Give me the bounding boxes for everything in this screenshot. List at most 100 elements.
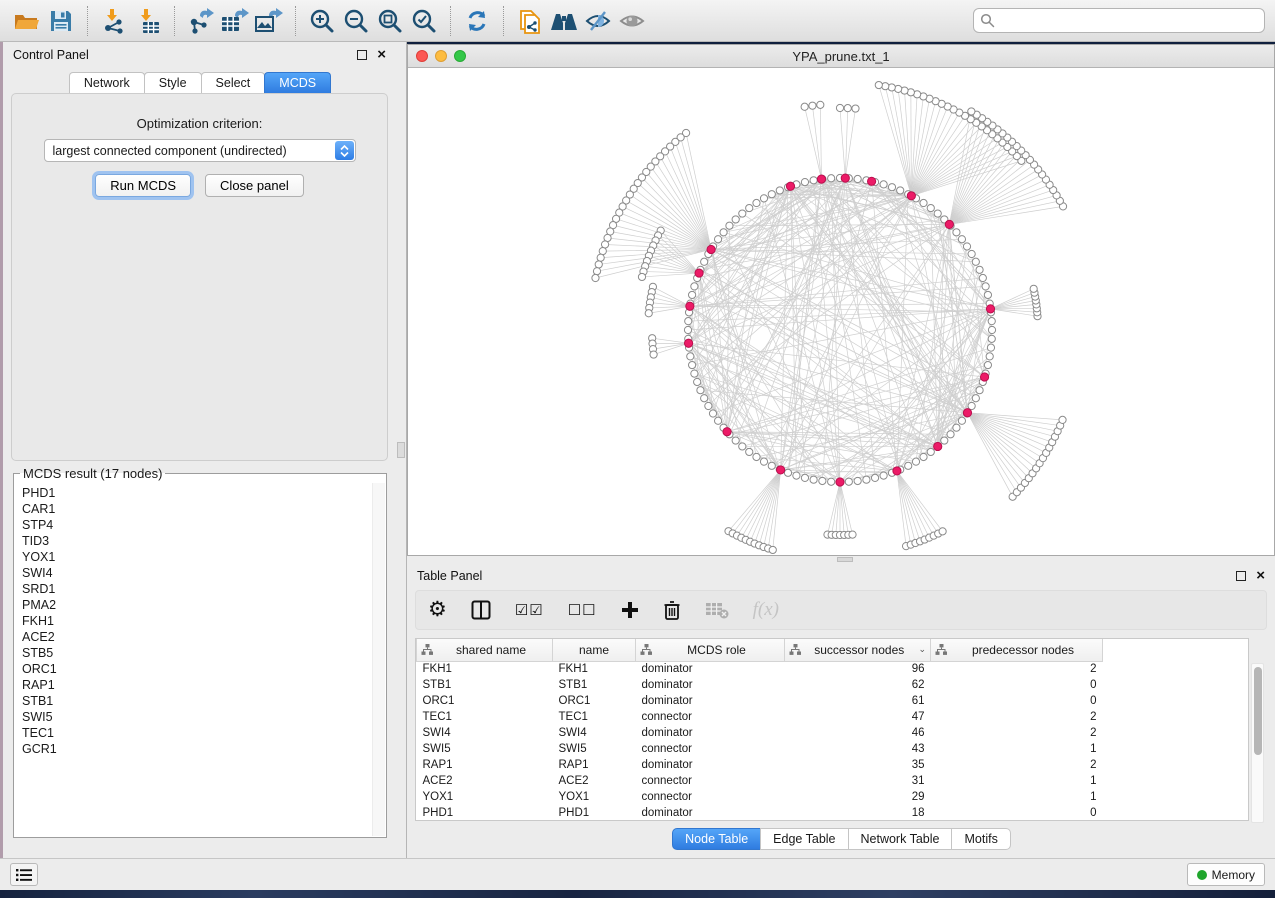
- table-scrollbar[interactable]: [1251, 663, 1264, 823]
- table-scrollbar-thumb[interactable]: [1254, 667, 1262, 755]
- cell-successor-nodes[interactable]: 96: [785, 661, 931, 677]
- cell-successor-nodes[interactable]: 18: [785, 805, 931, 821]
- mcds-result-item[interactable]: STB1: [22, 693, 372, 709]
- table-row[interactable]: FKH1FKH1dominator962: [417, 661, 1103, 677]
- cell-mcds-role[interactable]: connector: [636, 741, 785, 757]
- cell-successor-nodes[interactable]: 29: [785, 789, 931, 805]
- import-table-button[interactable]: [131, 4, 165, 38]
- table-row[interactable]: ACE2ACE2connector311: [417, 773, 1103, 789]
- cell-shared-name[interactable]: SWI4: [417, 725, 553, 741]
- tab-motifs[interactable]: Motifs: [951, 828, 1010, 850]
- close-panel-icon[interactable]: ×: [1256, 571, 1265, 581]
- tab-edge-table[interactable]: Edge Table: [760, 828, 848, 850]
- refresh-button[interactable]: [460, 4, 494, 38]
- network-canvas[interactable]: [408, 68, 1274, 555]
- cell-name[interactable]: STB1: [553, 677, 636, 693]
- horizontal-splitter[interactable]: [407, 556, 1275, 563]
- table-row[interactable]: RAP1RAP1dominator352: [417, 757, 1103, 773]
- close-panel-button[interactable]: Close panel: [205, 174, 304, 197]
- cell-shared-name[interactable]: SWI5: [417, 741, 553, 757]
- mcds-result-item[interactable]: RAP1: [22, 677, 372, 693]
- mcds-result-item[interactable]: YOX1: [22, 549, 372, 565]
- deselect-all-button[interactable]: ☐☐: [568, 595, 597, 625]
- delete-table-button[interactable]: [705, 595, 729, 625]
- tab-style[interactable]: Style: [144, 72, 202, 93]
- column-header-successor-nodes[interactable]: successor nodes ⌄: [785, 639, 931, 661]
- task-history-button[interactable]: [10, 863, 38, 886]
- open-session-button[interactable]: [10, 4, 44, 38]
- vertical-splitter[interactable]: [396, 42, 407, 858]
- cell-predecessor-nodes[interactable]: 0: [931, 677, 1103, 693]
- tab-mcds[interactable]: MCDS: [264, 72, 331, 93]
- memory-button[interactable]: Memory: [1187, 863, 1265, 886]
- table-row[interactable]: TEC1TEC1connector472: [417, 709, 1103, 725]
- mcds-result-item[interactable]: CAR1: [22, 501, 372, 517]
- cell-predecessor-nodes[interactable]: 1: [931, 741, 1103, 757]
- save-session-button[interactable]: [44, 4, 78, 38]
- cell-mcds-role[interactable]: connector: [636, 789, 785, 805]
- cell-mcds-role[interactable]: dominator: [636, 757, 785, 773]
- mcds-result-item[interactable]: ORC1: [22, 661, 372, 677]
- tab-network-table[interactable]: Network Table: [848, 828, 953, 850]
- mcds-result-item[interactable]: PMA2: [22, 597, 372, 613]
- mcds-result-item[interactable]: PHD1: [22, 485, 372, 501]
- cell-mcds-role[interactable]: connector: [636, 773, 785, 789]
- cell-successor-nodes[interactable]: 43: [785, 741, 931, 757]
- cell-name[interactable]: YOX1: [553, 789, 636, 805]
- export-network-button[interactable]: [184, 4, 218, 38]
- birds-eye-view-button[interactable]: [615, 4, 649, 38]
- cell-mcds-role[interactable]: dominator: [636, 661, 785, 677]
- mcds-result-item[interactable]: SWI5: [22, 709, 372, 725]
- float-panel-icon[interactable]: [357, 50, 367, 60]
- cell-successor-nodes[interactable]: 46: [785, 725, 931, 741]
- mcds-list-scrollbar[interactable]: [372, 483, 385, 836]
- cell-mcds-role[interactable]: dominator: [636, 805, 785, 821]
- criterion-select[interactable]: largest connected component (undirected): [44, 139, 356, 162]
- cell-successor-nodes[interactable]: 61: [785, 693, 931, 709]
- run-mcds-button[interactable]: Run MCDS: [95, 174, 191, 197]
- cell-predecessor-nodes[interactable]: 0: [931, 693, 1103, 709]
- cell-shared-name[interactable]: STB1: [417, 677, 553, 693]
- import-network-button[interactable]: [97, 4, 131, 38]
- zoom-selected-button[interactable]: [407, 4, 441, 38]
- mcds-result-item[interactable]: TEC1: [22, 725, 372, 741]
- cell-mcds-role[interactable]: dominator: [636, 693, 785, 709]
- hide-details-button[interactable]: [581, 4, 615, 38]
- cell-successor-nodes[interactable]: 35: [785, 757, 931, 773]
- zoom-fit-button[interactable]: [373, 4, 407, 38]
- cell-name[interactable]: SWI4: [553, 725, 636, 741]
- splitter-grip[interactable]: [837, 557, 853, 562]
- mcds-result-item[interactable]: ACE2: [22, 629, 372, 645]
- column-header-shared-name[interactable]: shared name: [417, 639, 553, 661]
- cell-name[interactable]: PHD1: [553, 805, 636, 821]
- add-button[interactable]: [621, 595, 639, 625]
- find-button[interactable]: [547, 4, 581, 38]
- cell-predecessor-nodes[interactable]: 2: [931, 725, 1103, 741]
- cell-name[interactable]: SWI5: [553, 741, 636, 757]
- cell-predecessor-nodes[interactable]: 1: [931, 773, 1103, 789]
- cell-shared-name[interactable]: PHD1: [417, 805, 553, 821]
- export-table-button[interactable]: [218, 4, 252, 38]
- cell-name[interactable]: RAP1: [553, 757, 636, 773]
- zoom-out-button[interactable]: [339, 4, 373, 38]
- mcds-result-item[interactable]: STP4: [22, 517, 372, 533]
- cell-name[interactable]: ORC1: [553, 693, 636, 709]
- show-hide-columns-button[interactable]: [471, 595, 491, 625]
- cell-name[interactable]: TEC1: [553, 709, 636, 725]
- cell-predecessor-nodes[interactable]: 1: [931, 789, 1103, 805]
- mcds-result-item[interactable]: STB5: [22, 645, 372, 661]
- splitter-grip[interactable]: [397, 442, 405, 458]
- cell-successor-nodes[interactable]: 31: [785, 773, 931, 789]
- function-builder-button[interactable]: f(x): [753, 595, 779, 625]
- tab-node-table[interactable]: Node Table: [672, 828, 761, 850]
- cell-predecessor-nodes[interactable]: 0: [931, 805, 1103, 821]
- cell-shared-name[interactable]: TEC1: [417, 709, 553, 725]
- clone-network-button[interactable]: [513, 4, 547, 38]
- cell-successor-nodes[interactable]: 62: [785, 677, 931, 693]
- delete-button[interactable]: [663, 595, 681, 625]
- mcds-result-item[interactable]: FKH1: [22, 613, 372, 629]
- cell-predecessor-nodes[interactable]: 2: [931, 661, 1103, 677]
- column-header-mcds-role[interactable]: MCDS role: [636, 639, 785, 661]
- network-graph[interactable]: [408, 68, 1274, 555]
- mcds-result-item[interactable]: GCR1: [22, 741, 372, 757]
